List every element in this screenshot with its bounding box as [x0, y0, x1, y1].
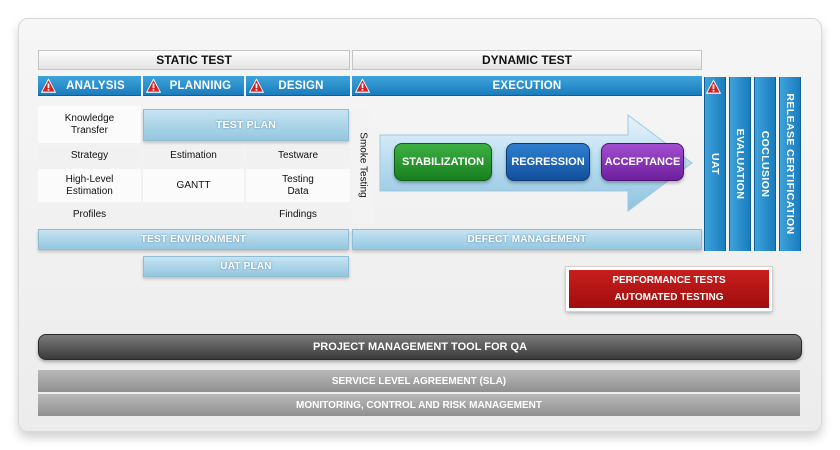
- phase-coclusion: COCLUSION: [754, 77, 776, 251]
- high-level-estimation: High-Level Estimation: [38, 169, 141, 202]
- warning-icon: [145, 78, 162, 93]
- profiles: Profiles: [38, 204, 141, 226]
- phase-uat: UAT: [704, 77, 726, 251]
- phase-execution: EXECUTION: [352, 76, 702, 96]
- findings: Findings: [246, 204, 350, 226]
- acceptance-step: ACCEPTANCE: [601, 143, 684, 181]
- phase-evaluation: EVALUATION: [729, 77, 751, 251]
- phase-analysis: ANALYSIS: [38, 76, 141, 96]
- estimation: Estimation: [143, 145, 244, 167]
- test-plan-bar: TEST PLAN: [143, 109, 349, 141]
- performance-automated-box: PERFORMANCE TESTS AUTOMATED TESTING: [565, 266, 773, 312]
- regression-step: REGRESSION: [506, 143, 590, 181]
- phase-design-label: DESIGN: [278, 79, 324, 92]
- planning-empty-cell: [143, 204, 244, 226]
- phase-release-certification: RELEASE CERTIFICATION: [779, 77, 801, 251]
- phase-planning: PLANNING: [143, 76, 244, 96]
- performance-tests-label: PERFORMANCE TESTS: [612, 275, 726, 286]
- static-test-header: STATIC TEST: [38, 50, 350, 70]
- sla-bar: SERVICE LEVEL AGREEMENT (SLA): [38, 370, 800, 392]
- phase-analysis-label: ANALYSIS: [66, 79, 125, 92]
- smoke-testing: Smoke Testing: [352, 106, 374, 224]
- stabilization-step: STABILIZATION: [394, 143, 492, 181]
- smoke-testing-label: Smoke Testing: [357, 132, 369, 198]
- automated-testing-label: AUTOMATED TESTING: [614, 292, 724, 303]
- dynamic-test-header: DYNAMIC TEST: [352, 50, 702, 70]
- warning-icon: [40, 78, 57, 93]
- uat-plan-bar: UAT PLAN: [143, 256, 349, 277]
- testing-data: Testing Data: [246, 169, 350, 202]
- gantt: GANTT: [143, 169, 244, 202]
- phase-release-certification-label: RELEASE CERTIFICATION: [784, 93, 796, 235]
- warning-icon: [248, 78, 265, 93]
- phase-coclusion-label: COCLUSION: [759, 130, 771, 198]
- phase-design: DESIGN: [246, 76, 350, 96]
- testware: Testware: [246, 145, 350, 167]
- knowledge-transfer: Knowledge Transfer: [38, 106, 141, 143]
- phase-evaluation-label: EVALUATION: [734, 128, 746, 200]
- project-management-tool-bar: PROJECT MANAGEMENT TOOL FOR QA: [38, 334, 802, 360]
- warning-icon: [705, 79, 722, 94]
- defect-management-bar: DEFECT MANAGEMENT: [352, 229, 702, 250]
- phase-execution-label: EXECUTION: [492, 79, 562, 92]
- monitoring-bar: MONITORING, CONTROL AND RISK MANAGEMENT: [38, 394, 800, 416]
- strategy: Strategy: [38, 145, 141, 167]
- phase-planning-label: PLANNING: [169, 79, 232, 92]
- phase-uat-label: UAT: [709, 152, 721, 176]
- warning-icon: [354, 78, 371, 93]
- test-environment-bar: TEST ENVIRONMENT: [38, 229, 349, 250]
